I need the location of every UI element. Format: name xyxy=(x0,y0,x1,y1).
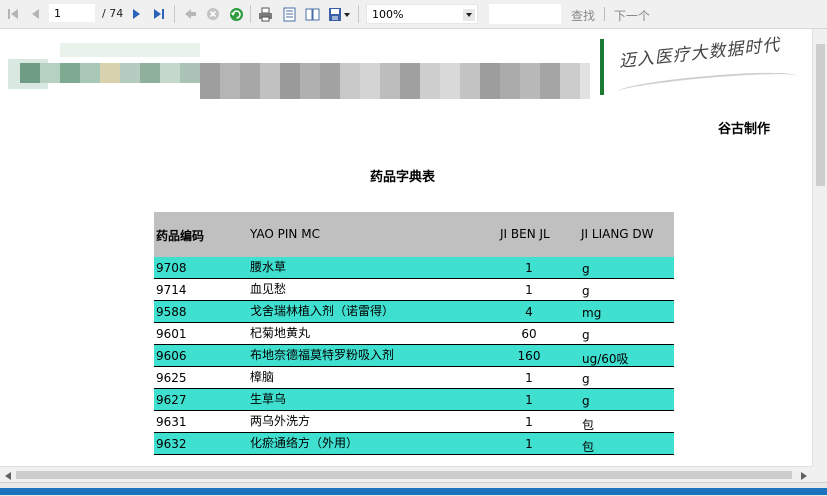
cell-quantity: 160 xyxy=(517,349,541,363)
toolbar-separator xyxy=(358,5,359,23)
horizontal-scroll-thumb[interactable] xyxy=(16,471,792,479)
cell-name: 化瘀通络方（外用） xyxy=(250,436,359,450)
cell-code: 9714 xyxy=(156,283,187,297)
slogan-swoosh xyxy=(616,68,798,100)
cell-code: 9601 xyxy=(156,327,187,341)
cell-quantity: 1 xyxy=(525,261,533,275)
cell-quantity: 60 xyxy=(521,327,537,341)
report-viewport: 迈入医疗大数据时代 谷古制作 药品字典表 药品编码 YAO PIN MC JI … xyxy=(0,29,812,466)
cell-name: 戈舍瑞林植入剂（诺雷得） xyxy=(250,304,395,318)
cell-code: 9708 xyxy=(156,261,187,275)
cell-unit: g xyxy=(582,372,590,386)
cell-code: 9632 xyxy=(156,437,187,451)
cell-name: 樟脑 xyxy=(250,370,275,384)
column-header-unit: JI LIANG DW xyxy=(581,227,654,241)
cell-name: 腰水草 xyxy=(250,260,287,274)
table-row: 9627 生草乌 1 g xyxy=(154,389,674,411)
chevron-down-icon[interactable] xyxy=(463,9,475,21)
column-header-name: YAO PIN MC xyxy=(250,227,320,241)
report-producer: 谷古制作 xyxy=(718,122,771,137)
find-input[interactable] xyxy=(489,4,561,24)
report-title: 药品字典表 xyxy=(370,170,436,185)
taskbar-strip xyxy=(0,488,827,495)
zoom-value: 100% xyxy=(372,8,404,21)
cell-quantity: 1 xyxy=(525,393,533,407)
cell-unit: g xyxy=(582,262,590,276)
scrollbar-corner xyxy=(812,466,827,482)
report-toolbar: 1 / 74 100% 查找 下一个 xyxy=(0,0,827,29)
cell-quantity: 1 xyxy=(525,437,533,451)
refresh-icon[interactable] xyxy=(228,5,244,23)
cell-unit: ug/60吸 xyxy=(582,352,629,366)
previous-page-icon[interactable] xyxy=(28,5,42,23)
cell-quantity: 1 xyxy=(525,283,533,297)
cell-quantity: 1 xyxy=(525,371,533,385)
cell-unit: g xyxy=(582,328,590,342)
vertical-scrollbar[interactable] xyxy=(812,29,827,466)
table-row: 9606 布地奈德福莫特罗粉吸入剂 160 ug/60吸 xyxy=(154,345,674,367)
cell-name: 布地奈德福莫特罗粉吸入剂 xyxy=(250,348,395,362)
table-row: 9601 杞菊地黄丸 60 g xyxy=(154,323,674,345)
current-page-input[interactable]: 1 xyxy=(49,4,95,22)
table-row: 9625 樟脑 1 g xyxy=(154,367,674,389)
cell-quantity: 1 xyxy=(525,415,533,429)
toolbar-separator xyxy=(250,5,251,23)
cell-code: 9606 xyxy=(156,349,187,363)
cell-quantity: 4 xyxy=(525,305,533,319)
page-count: / 74 xyxy=(102,7,124,20)
back-icon[interactable] xyxy=(182,5,198,23)
link-separator xyxy=(604,7,605,21)
banner-divider xyxy=(600,39,604,95)
cell-code: 9625 xyxy=(156,371,187,385)
cell-name: 血见愁 xyxy=(250,282,287,296)
last-page-icon[interactable] xyxy=(152,5,166,23)
column-header-quantity: JI BEN JL xyxy=(500,227,550,241)
cell-unit: g xyxy=(582,394,590,408)
banner-slogan: 迈入医疗大数据时代 xyxy=(617,35,782,72)
cell-unit: g xyxy=(582,284,590,298)
cell-code: 9588 xyxy=(156,305,187,319)
cell-unit: mg xyxy=(582,306,602,320)
table-header: 药品编码 YAO PIN MC JI BEN JL JI LIANG DW xyxy=(154,212,674,257)
cell-name: 杞菊地黄丸 xyxy=(250,326,311,340)
table-row: 9588 戈舍瑞林植入剂（诺雷得） 4 mg xyxy=(154,301,674,323)
page-setup-icon[interactable] xyxy=(304,5,321,23)
next-page-icon[interactable] xyxy=(130,5,144,23)
toolbar-separator xyxy=(174,5,175,23)
pixelated-logo-banner xyxy=(0,37,600,107)
find-link[interactable]: 查找 xyxy=(571,7,595,24)
zoom-select[interactable]: 100% xyxy=(366,4,478,24)
cell-unit: 包 xyxy=(582,418,595,432)
print-icon[interactable] xyxy=(257,5,274,23)
find-next-link[interactable]: 下一个 xyxy=(614,7,650,24)
cell-name: 生草乌 xyxy=(250,392,287,406)
export-icon[interactable] xyxy=(327,5,353,23)
first-page-icon[interactable] xyxy=(6,5,20,23)
table-row: 9632 化瘀通络方（外用） 1 包 xyxy=(154,433,674,455)
horizontal-scrollbar[interactable] xyxy=(0,466,812,483)
cell-code: 9631 xyxy=(156,415,187,429)
print-layout-icon[interactable] xyxy=(281,5,298,23)
stop-icon[interactable] xyxy=(205,5,221,23)
table-row: 9708 腰水草 1 g xyxy=(154,257,674,279)
table-row: 9631 两乌外洗方 1 包 xyxy=(154,411,674,433)
table-row: 9714 血见愁 1 g xyxy=(154,279,674,301)
cell-code: 9627 xyxy=(156,393,187,407)
cell-unit: 包 xyxy=(582,440,595,454)
cell-name: 两乌外洗方 xyxy=(250,414,311,428)
column-header-code: 药品编码 xyxy=(156,229,205,243)
vertical-scroll-thumb[interactable] xyxy=(816,44,825,186)
